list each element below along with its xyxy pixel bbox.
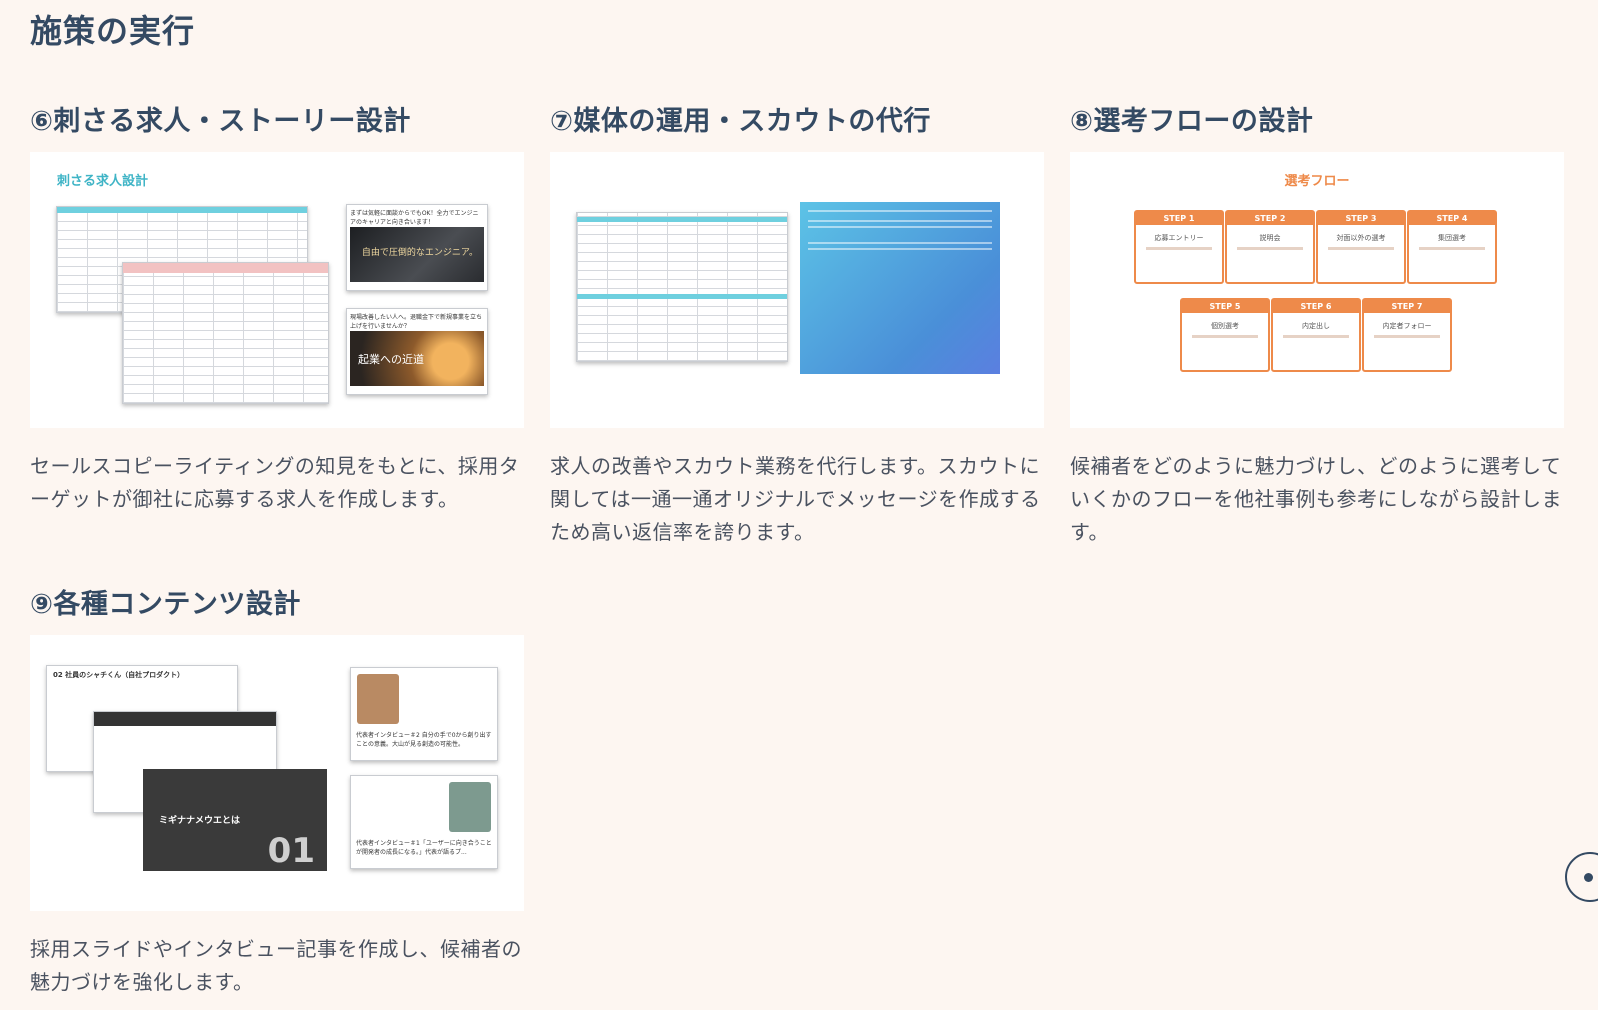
spreadsheet-front (122, 262, 329, 404)
flow-step-7: STEP 7 内定者フォロー (1362, 298, 1452, 372)
interview-card-2: 代表者インタビュー＃2 自分の手で0から創り出すことの意義。大山が見る創造の可能… (350, 667, 498, 761)
card-job-story-design: ⑥刺さる求人・ストーリー設計 刺さる求人設計 まずは気軽に面談からでもOK！全力… (30, 102, 524, 516)
flow-step-3: STEP 3 対面以外の選考 (1316, 210, 1406, 284)
card-title: ⑨各種コンテンツ設計 (30, 589, 301, 620)
page-title: 施策の実行 (30, 12, 196, 50)
thumbnail-heading: 選考フロー (1284, 174, 1350, 189)
card-title: ⑥刺さる求人・ストーリー設計 (30, 106, 411, 137)
media-operation-thumbnail (550, 152, 1044, 428)
card-title: ⑦媒体の運用・スカウトの代行 (550, 106, 931, 137)
article-banner-image: 起業への近道 (350, 331, 484, 386)
card-title: ⑧選考フローの設計 (1070, 106, 1314, 137)
flow-step-4: STEP 4 集団選考 (1407, 210, 1497, 284)
scout-spreadsheet (576, 212, 788, 362)
article-banner-image: 自由で圧倒的なエンジニア。 (350, 227, 484, 282)
interviewee-photo (357, 674, 399, 724)
scroll-indicator-button[interactable] (1565, 852, 1598, 902)
article-card-1: まずは気軽に面談からでもOK！全力でエンジニアのキャリアと向き合います！ 自由で… (346, 204, 488, 291)
card-media-scout-operation: ⑦媒体の運用・スカウトの代行 求人の改善やスカウト業務を代行します。スカウトに関… (550, 102, 1044, 549)
thumbnail-heading: 刺さる求人設計 (57, 174, 149, 189)
article-card-2: 現場改善したい人へ。退職金下で新規事業を立ち上げを行いませんか？ 起業への近道 (346, 308, 488, 395)
card-description: 候補者をどのように魅力づけし、どのように選考していくかのフローを他社事例も参考に… (1070, 454, 1562, 544)
card-content-design: ⑨各種コンテンツ設計 02 社員のシャチくん（自社プロダクト） ミギナナメウエと… (30, 585, 524, 999)
flow-step-1: STEP 1 応募エントリー (1134, 210, 1224, 284)
scout-message-preview (800, 202, 1000, 374)
flow-step-6: STEP 6 内定出し (1271, 298, 1361, 372)
card-description: 採用スライドやインタビュー記事を作成し、候補者の魅力づけを強化します。 (30, 937, 522, 994)
slide-bottom: ミギナナメウエとは 01 (143, 769, 327, 871)
content-design-thumbnail: 02 社員のシャチくん（自社プロダクト） ミギナナメウエとは 01 代表者インタ… (30, 635, 524, 911)
flow-step-2: STEP 2 説明会 (1225, 210, 1315, 284)
card-description: セールスコピーライティングの知見をもとに、採用ターゲットが御社に応募する求人を作… (30, 454, 520, 511)
selection-flow-thumbnail: 選考フロー STEP 1 応募エントリー STEP 2 説明会 STEP 3 対面以外… (1070, 152, 1564, 428)
job-design-thumbnail: 刺さる求人設計 まずは気軽に面談からでもOK！全力でエンジニアのキャリアと向き合… (30, 152, 524, 428)
card-description: 求人の改善やスカウト業務を代行します。スカウトに関しては一通一通オリジナルでメッ… (550, 454, 1041, 544)
interview-card-1: 代表者インタビュー＃1「ユーザーに向き合うことが開発者の成長になる。」代表が語る… (350, 775, 498, 869)
flow-step-5: STEP 5 個別選考 (1180, 298, 1270, 372)
card-selection-flow-design: ⑧選考フローの設計 選考フロー STEP 1 応募エントリー STEP 2 説明会 … (1070, 102, 1564, 549)
interviewee-photo (449, 782, 491, 832)
